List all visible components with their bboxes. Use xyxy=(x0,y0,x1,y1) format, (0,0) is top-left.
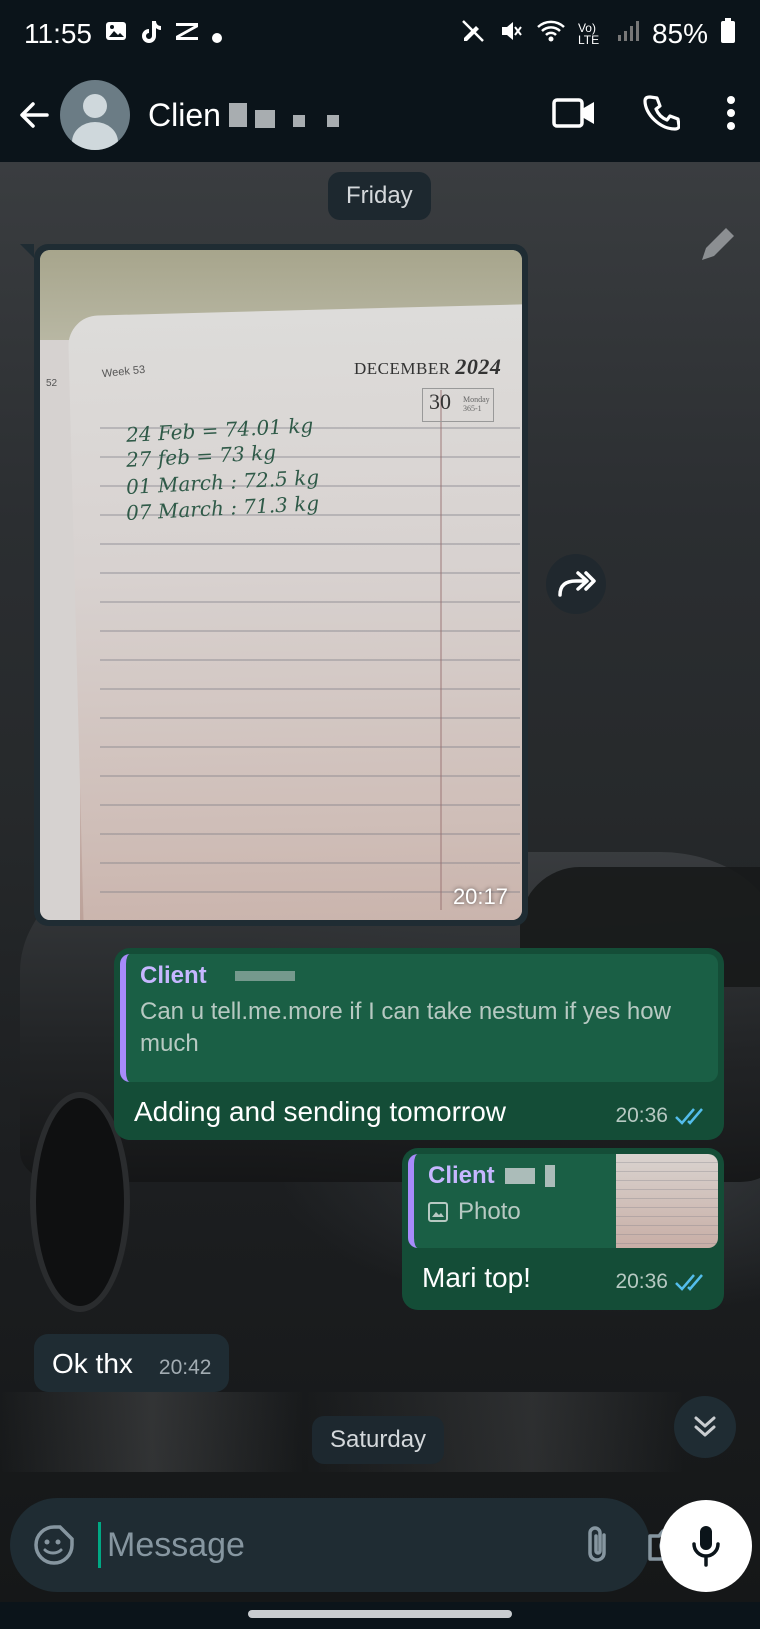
signal-icon xyxy=(616,18,640,50)
quote-type-label: Photo xyxy=(458,1198,521,1225)
contact-name-text: Clien xyxy=(148,96,221,133)
chat-header: Clien xyxy=(0,68,760,162)
message-time: 20:42 xyxy=(158,1356,212,1379)
double-check-icon xyxy=(675,1108,703,1125)
back-button[interactable] xyxy=(14,95,54,135)
battery-icon xyxy=(720,17,736,51)
sticker-smiley-icon xyxy=(34,1525,74,1565)
incoming-text-message[interactable]: Ok thx 20:42 xyxy=(34,1334,230,1392)
outgoing-reply-message[interactable]: Client Photo Mari top! 20:36 xyxy=(402,1148,724,1310)
quote-author-name: Client xyxy=(140,962,207,989)
photo-day-small: Monday 365-1 xyxy=(463,395,490,413)
quote-author-name: Client xyxy=(428,1162,495,1189)
microphone-icon xyxy=(692,1526,720,1567)
notebook-photo[interactable]: 52 Week 53 DECEMBER 2024 30 Monday 365-1… xyxy=(40,250,522,920)
quote-author: Client xyxy=(428,1162,608,1190)
date-divider-friday: Friday xyxy=(328,172,431,220)
redacted-block xyxy=(228,103,247,127)
quoted-message[interactable]: Client Can u tell.me.more if I can take … xyxy=(120,954,718,1082)
redacted-block xyxy=(544,1165,555,1187)
scroll-to-bottom-button[interactable] xyxy=(674,1396,736,1458)
sticker-button[interactable] xyxy=(32,1523,76,1567)
message-text: Ok thx xyxy=(52,1348,133,1379)
date-divider-saturday: Saturday xyxy=(312,1416,445,1464)
message-time: 20:36 xyxy=(615,1104,668,1127)
photo-icon xyxy=(428,1202,448,1222)
phone-icon xyxy=(643,94,681,131)
paperclip-icon xyxy=(588,1526,606,1562)
quote-type: Photo xyxy=(428,1196,608,1228)
capcut-icon xyxy=(174,20,200,48)
outgoing-reply-message[interactable]: Client Can u tell.me.more if I can take … xyxy=(114,948,724,1140)
photo-page-number: 52 xyxy=(46,378,58,389)
quoted-photo-message[interactable]: Client Photo xyxy=(408,1154,718,1248)
arrow-left-icon xyxy=(20,102,49,128)
message-meta: 20:36 xyxy=(615,1104,708,1128)
contact-avatar[interactable] xyxy=(60,80,130,150)
redacted-block xyxy=(504,1168,535,1184)
pencil-icon[interactable] xyxy=(696,222,740,271)
voice-call-button[interactable] xyxy=(642,94,681,137)
message-time: 20:36 xyxy=(615,1270,668,1293)
message-composer xyxy=(10,1498,688,1592)
volte-label: Vo) LTE xyxy=(577,21,600,47)
quoted-photo-thumbnail xyxy=(616,1154,718,1248)
double-chevron-down-icon xyxy=(694,1416,716,1437)
attach-button[interactable] xyxy=(576,1523,620,1567)
message-text: Mari top! xyxy=(422,1262,531,1293)
photo-month-label: DECEMBER 2024 xyxy=(354,354,501,380)
more-options-button[interactable] xyxy=(726,95,736,136)
photo-year: 2024 xyxy=(455,354,502,379)
message-meta: 20:36 xyxy=(615,1270,708,1294)
edit-off-icon xyxy=(460,18,486,51)
message-time: 20:17 xyxy=(452,884,508,909)
tiktok-icon xyxy=(140,19,162,49)
photo-day: 30 xyxy=(429,389,451,414)
message-text: Adding and sending tomorrow xyxy=(134,1096,507,1127)
wifi-icon xyxy=(536,18,566,51)
redacted-block xyxy=(326,115,339,127)
quote-text: Can u tell.me.more if I can take nestum … xyxy=(140,998,671,1057)
message-input[interactable] xyxy=(98,1522,550,1568)
kebab-menu-icon xyxy=(727,95,735,130)
contact-name[interactable]: Clien xyxy=(148,97,339,134)
forward-button[interactable] xyxy=(546,554,606,614)
voice-message-button[interactable] xyxy=(660,1500,752,1592)
redacted-block xyxy=(254,110,275,128)
incoming-image-message[interactable]: 52 Week 53 DECEMBER 2024 30 Monday 365-1… xyxy=(20,244,528,926)
quote-author: Client xyxy=(140,962,704,990)
battery-percent: 85% xyxy=(651,18,708,49)
mute-icon xyxy=(498,18,524,51)
video-call-button[interactable] xyxy=(552,96,596,135)
forward-arrow-icon xyxy=(558,571,596,597)
double-check-icon xyxy=(675,1274,703,1291)
status-time: 11:55 xyxy=(24,18,92,49)
notification-dot-icon xyxy=(212,18,222,50)
redacted-block xyxy=(234,971,295,981)
status-bar: 11:55 Vo) LTE 85% xyxy=(0,0,760,68)
gallery-icon xyxy=(104,19,128,49)
photo-month: DECEMBER xyxy=(354,359,451,378)
gesture-navigation-bar[interactable] xyxy=(248,1610,512,1618)
video-camera-icon xyxy=(552,97,594,128)
redacted-block xyxy=(292,115,305,127)
photo-day-box: 30 Monday 365-1 xyxy=(422,388,494,422)
